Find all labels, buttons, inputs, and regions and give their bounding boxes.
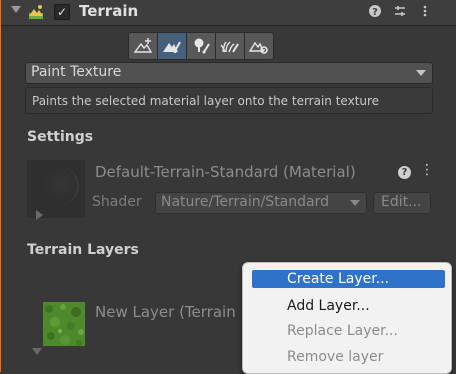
paint-mode-description: Paints the selected material layer onto … (32, 94, 380, 108)
edit-shader-label: Edit... (381, 194, 422, 210)
paint-trees-icon (194, 38, 210, 54)
paint-terrain-tool-button[interactable] (157, 32, 187, 60)
paint-details-tool-button[interactable] (215, 32, 245, 60)
material-help-icon[interactable]: ? (398, 166, 411, 179)
shader-value: Nature/Terrain/Standard (161, 194, 329, 210)
material-name: Default-Terrain-Standard (Material) (95, 163, 356, 181)
paint-terrain-icon (163, 41, 181, 54)
more-options-icon[interactable] (417, 4, 433, 20)
paint-trees-tool-button[interactable] (186, 32, 216, 60)
terrain-layers-heading: Terrain Layers (27, 242, 139, 258)
menu-item-replace-layer: Replace Layer... (287, 323, 398, 339)
paint-details-icon (220, 41, 239, 53)
menu-item-remove-layer: Remove layer (287, 349, 384, 365)
material-preview[interactable] (27, 160, 85, 220)
material-more-icon[interactable]: ⋮ (420, 162, 434, 178)
terrain-settings-tool-button[interactable] (244, 32, 274, 60)
fold-arrow-icon[interactable] (11, 6, 21, 13)
settings-heading: Settings (27, 129, 94, 145)
shader-label: Shader (92, 194, 142, 210)
chevron-down-icon (416, 70, 426, 76)
component-enabled-checkbox[interactable]: ✓ (54, 4, 70, 20)
edit-shader-button[interactable]: Edit... (373, 192, 431, 214)
component-title: Terrain (79, 2, 139, 20)
component-header[interactable]: ✓ Terrain ? (1, 0, 456, 26)
menu-item-create-layer[interactable]: Create Layer... (252, 270, 445, 288)
grass-texture-thumbnail (43, 302, 85, 346)
chevron-down-icon (350, 200, 360, 206)
terrain-layer-name: New Layer (Terrain (95, 303, 236, 321)
expand-arrow-icon[interactable] (32, 348, 42, 355)
help-icon[interactable]: ? (367, 4, 383, 20)
material-sphere-icon (37, 166, 79, 206)
expand-arrow-icon[interactable] (36, 210, 43, 220)
raise-terrain-tool-button[interactable] (128, 32, 158, 60)
layer-context-menu: Create Layer... Add Layer... Replace Lay… (242, 262, 452, 374)
terrain-component-icon (29, 5, 43, 19)
paint-mode-value: Paint Texture (31, 64, 122, 80)
terrain-tool-bar (128, 32, 274, 60)
menu-item-add-layer[interactable]: Add Layer... (252, 297, 445, 315)
panel-focus-border (0, 0, 1, 372)
terrain-settings-icon (249, 41, 268, 54)
svg-text:?: ? (372, 7, 378, 18)
paint-mode-dropdown[interactable]: Paint Texture (25, 62, 433, 84)
raise-terrain-icon (133, 38, 153, 53)
paint-mode-description-box: Paints the selected material layer onto … (25, 87, 433, 114)
preset-settings-icon[interactable] (392, 4, 408, 20)
shader-dropdown[interactable]: Nature/Terrain/Standard (155, 192, 367, 214)
material-field: Default-Terrain-Standard (Material) ? ⋮ … (25, 156, 439, 222)
